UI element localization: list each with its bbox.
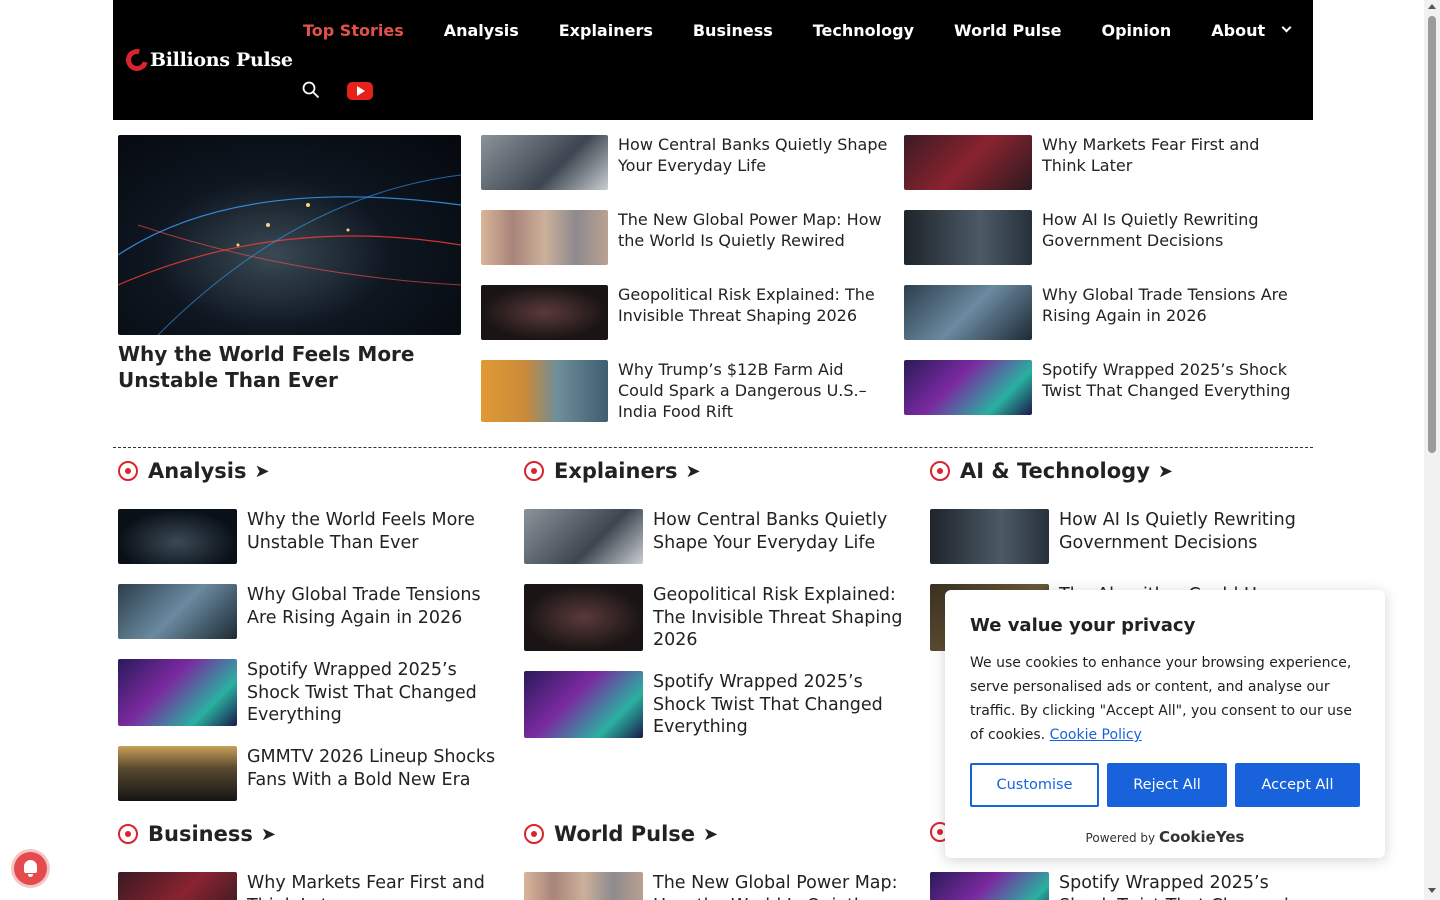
story-title[interactable]: Why Global Trade Tensions Are Rising Aga… <box>1042 284 1304 326</box>
accept-all-button[interactable]: Accept All <box>1235 763 1360 807</box>
nav-world-pulse[interactable]: World Pulse <box>934 21 1081 40</box>
target-icon <box>118 824 138 844</box>
nav-opinion[interactable]: Opinion <box>1081 21 1191 40</box>
target-icon <box>118 461 138 481</box>
notification-bell-icon[interactable] <box>14 852 47 885</box>
logo-icon <box>121 44 153 76</box>
section-heading-label: Explainers <box>554 459 678 483</box>
story-thumb[interactable] <box>481 285 608 340</box>
list-item-title[interactable]: The New Global Power Map: How the World … <box>653 872 903 900</box>
story-thumb[interactable] <box>904 210 1032 265</box>
story-title[interactable]: Why Trump’s $12B Farm Aid Could Spark a … <box>618 359 888 422</box>
arrow-right-icon: ➤ <box>254 460 270 482</box>
hero-title[interactable]: Why the World Feels More Unstable Than E… <box>118 341 463 393</box>
story-thumb[interactable] <box>481 210 608 265</box>
target-icon <box>524 824 544 844</box>
page-scrollbar[interactable] <box>1424 0 1440 900</box>
list-thumb[interactable] <box>118 584 237 639</box>
cookieyes-brand: CookieYes <box>1158 828 1245 846</box>
list-thumb[interactable] <box>524 671 643 738</box>
story-title[interactable]: How Central Banks Quietly Shape Your Eve… <box>618 134 888 176</box>
story-thumb[interactable] <box>481 135 608 190</box>
cookie-consent-dialog: We value your privacy We use cookies to … <box>945 590 1385 858</box>
target-icon <box>524 461 544 481</box>
list-thumb[interactable] <box>930 872 1049 900</box>
list-thumb[interactable] <box>524 584 643 651</box>
section-heading-explainers[interactable]: Explainers ➤ <box>524 459 701 483</box>
search-icon[interactable] <box>302 81 320 99</box>
story-thumb[interactable] <box>481 360 608 422</box>
cookie-text: We use cookies to enhance your browsing … <box>970 651 1365 747</box>
story-title[interactable]: How AI Is Quietly Rewriting Government D… <box>1042 209 1304 251</box>
reject-all-button[interactable]: Reject All <box>1107 763 1227 807</box>
main-nav: Top Stories Analysis Explainers Business… <box>283 0 1310 60</box>
story-thumb[interactable] <box>904 135 1032 190</box>
list-item-title[interactable]: Spotify Wrapped 2025’s Shock Twist That … <box>247 659 497 727</box>
powered-by-label: Powered by <box>1085 831 1156 845</box>
nav-top-stories[interactable]: Top Stories <box>283 21 424 40</box>
list-thumb[interactable] <box>118 659 237 726</box>
customise-button[interactable]: Customise <box>970 763 1099 807</box>
list-item-title[interactable]: Spotify Wrapped 2025’s Shock Twist That … <box>1059 872 1309 900</box>
powered-by: Powered by CookieYes <box>945 828 1385 846</box>
list-item-title[interactable]: How AI Is Quietly Rewriting Government D… <box>1059 509 1309 554</box>
section-heading-label: Analysis <box>148 459 247 483</box>
cookie-policy-link[interactable]: Cookie Policy <box>1050 727 1142 743</box>
section-divider <box>113 447 1313 448</box>
list-item-title[interactable]: Spotify Wrapped 2025’s Shock Twist That … <box>653 671 903 739</box>
story-title[interactable]: The New Global Power Map: How the World … <box>618 209 888 251</box>
hero-image-art <box>118 174 461 335</box>
hero-image[interactable] <box>118 135 461 335</box>
site-logo[interactable]: Billions Pulse <box>121 44 293 76</box>
nav-technology[interactable]: Technology <box>793 21 934 40</box>
scroll-thumb[interactable] <box>1428 16 1436 453</box>
nav-explainers[interactable]: Explainers <box>539 21 673 40</box>
target-icon <box>930 461 950 481</box>
story-title[interactable]: Spotify Wrapped 2025’s Shock Twist That … <box>1042 359 1304 401</box>
section-heading-label: Business <box>148 822 253 846</box>
list-thumb[interactable] <box>930 509 1049 564</box>
scroll-up-icon[interactable] <box>1428 4 1436 9</box>
list-item-title[interactable]: Why Markets Fear First and Think Later <box>247 872 497 900</box>
list-item-title[interactable]: How Central Banks Quietly Shape Your Eve… <box>653 509 903 554</box>
arrow-right-icon: ➤ <box>1157 460 1173 482</box>
list-item-title[interactable]: GMMTV 2026 Lineup Shocks Fans With a Bol… <box>247 746 497 791</box>
list-item-title[interactable]: Why the World Feels More Unstable Than E… <box>247 509 497 554</box>
nav-analysis[interactable]: Analysis <box>424 21 539 40</box>
chevron-down-icon <box>1281 22 1292 33</box>
cookie-title: We value your privacy <box>970 615 1196 636</box>
section-heading-analysis[interactable]: Analysis ➤ <box>118 459 270 483</box>
nav-business[interactable]: Business <box>673 21 793 40</box>
story-thumb[interactable] <box>904 360 1032 415</box>
arrow-right-icon: ➤ <box>260 823 276 845</box>
nav-about-label: About <box>1211 20 1266 40</box>
list-thumb[interactable] <box>524 872 643 900</box>
section-heading-ai-technology[interactable]: AI & Technology ➤ <box>930 459 1173 483</box>
list-item-title[interactable]: Geopolitical Risk Explained: The Invisib… <box>653 584 903 652</box>
list-thumb[interactable] <box>118 872 237 900</box>
site-header: Billions Pulse Top Stories Analysis Expl… <box>113 0 1313 120</box>
youtube-icon[interactable] <box>347 82 373 100</box>
cookie-body: We use cookies to enhance your browsing … <box>970 655 1352 743</box>
story-thumb[interactable] <box>904 285 1032 340</box>
list-thumb[interactable] <box>118 509 237 564</box>
section-heading-world-pulse[interactable]: World Pulse ➤ <box>524 822 718 846</box>
arrow-right-icon: ➤ <box>685 460 701 482</box>
list-item-title[interactable]: Why Global Trade Tensions Are Rising Aga… <box>247 584 497 629</box>
story-title[interactable]: Why Markets Fear First and Think Later <box>1042 134 1304 176</box>
section-heading-label: World Pulse <box>554 822 696 846</box>
scroll-down-icon[interactable] <box>1428 888 1436 893</box>
list-thumb[interactable] <box>524 509 643 564</box>
nav-about[interactable]: About <box>1191 21 1310 40</box>
logo-text: Billions Pulse <box>150 49 293 71</box>
story-title[interactable]: Geopolitical Risk Explained: The Invisib… <box>618 284 888 326</box>
section-heading-business[interactable]: Business ➤ <box>118 822 276 846</box>
arrow-right-icon: ➤ <box>703 823 719 845</box>
section-heading-label: AI & Technology <box>960 459 1150 483</box>
list-thumb[interactable] <box>118 746 237 801</box>
